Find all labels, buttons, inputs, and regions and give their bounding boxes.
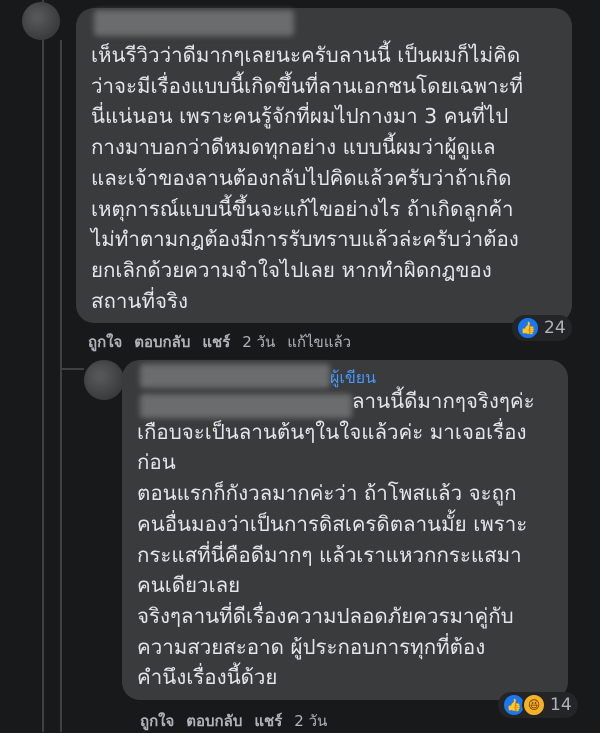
share-link[interactable]: แชร์ (202, 330, 230, 354)
comment-line: ว่าจะมีเรื่องแบบนี้เกิดขึ้นที่ลานเอกชนโด… (91, 73, 524, 98)
like-link[interactable]: ถูกใจ (88, 330, 122, 354)
avatar[interactable] (22, 2, 60, 40)
reply-connector (60, 368, 84, 370)
comment-line: ก่อน (137, 450, 176, 475)
comment-line: เหตุการณ์แบบนี้ขึ้นจะแก้ไขอย่างไร ถ้าเกิ… (91, 196, 514, 221)
share-link[interactable]: แชร์ (254, 709, 282, 733)
comment-text: เห็นรีวิวว่าดีมากๆเลยนะครับลานนี้ เป็นผม… (91, 40, 523, 316)
comment-line: สถานที่จริง (91, 288, 188, 313)
comment-line: เกือบจะเป็นลานต้นๆในใจแล้วค่ะ มาเจอเรื่อ… (137, 419, 527, 444)
timestamp[interactable]: 2 วัน (294, 709, 327, 733)
like-icon: 👍 (516, 316, 540, 340)
comment-actions: ถูกใจ ตอบกลับ แชร์ 2 วัน (140, 709, 339, 733)
comment-line: ยกเลิกด้วยความจำใจไปเลย หากทำผิดกฎของ (91, 257, 492, 282)
comment-line: และเจ้าของลานต้องกลับไปคิดแล้วครับว่าถ้า… (91, 165, 512, 190)
avatar[interactable] (84, 360, 124, 400)
comment-line: คำนึงเรื่องนี้ด้วย (137, 665, 278, 690)
comment-text: ลานนี้ดีมากๆจริงๆค่ะเกือบจะเป็นลานต้นๆใน… (137, 386, 535, 693)
thread-line (60, 40, 62, 732)
comment-line: คนอื่นมองว่าเป็นการดิสเครดิตลานมั้ย เพรา… (137, 511, 528, 536)
timestamp[interactable]: 2 วัน (242, 330, 275, 354)
comment-line: ตอนแรกก็กังวลมากค่ะว่า ถ้าโพสแล้ว จะถูก (137, 481, 517, 506)
edited-label[interactable]: แก้ไขแล้ว (287, 330, 351, 354)
like-link[interactable]: ถูกใจ (140, 709, 174, 733)
reaction-summary[interactable]: 👍 😆 14 (498, 692, 578, 718)
comment-line: ลานนี้ดีมากๆจริงๆค่ะ (352, 389, 535, 413)
reply-link[interactable]: ตอบกลับ (186, 709, 242, 733)
comment-line: ความสวยสะอาด ผู้ประกอบการทุกที่ต้อง (137, 634, 486, 659)
redacted-author-name (94, 10, 294, 36)
comment-line: คนเดียวเลย (137, 573, 241, 598)
comment-actions: ถูกใจ ตอบกลับ แชร์ 2 วัน แก้ไขแล้ว (88, 330, 363, 354)
thread-line (42, 0, 44, 732)
reaction-count: 24 (544, 318, 566, 338)
reaction-count: 14 (550, 695, 572, 715)
comment-line: จริงๆลานที่ดีเรื่องความปลอดภัยควรมาคู่กั… (137, 603, 514, 628)
reaction-summary[interactable]: 👍 24 (512, 315, 572, 341)
redacted-author-name (140, 364, 330, 388)
comment-line: กระแสที่นี่คือดีมากๆ แล้วเราแหวกกระแสมา (137, 542, 522, 567)
haha-icon: 😆 (522, 693, 546, 717)
comment-line: นี่แน่นอน เพราะคนรู้จักที่ผมไปกางมา 3 คน… (91, 104, 509, 129)
reply-link[interactable]: ตอบกลับ (134, 330, 190, 354)
comment-line: ไม่ทำตามกฎต้องมีการรับทราบแล้วล่ะครับว่า… (91, 227, 519, 252)
comment-line: เห็นรีวิวว่าดีมากๆเลยนะครับลานนี้ เป็นผม… (91, 43, 521, 67)
comment-line: กางมาบอกว่าดีหมดทุกอย่าง แบบนี้ผมว่าผู้ด… (91, 135, 496, 160)
